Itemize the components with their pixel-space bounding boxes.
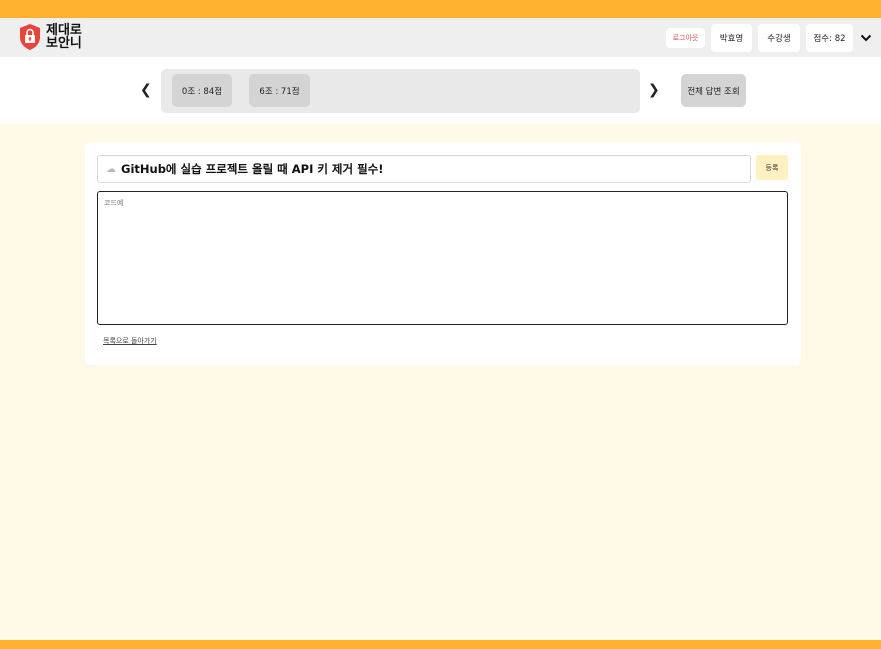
- header: 제대로 보안니 로그아웃 박효영 수강생 점수: 82: [0, 18, 881, 57]
- logout-button[interactable]: 로그아웃: [666, 28, 705, 48]
- post-title: GitHub에 실습 프로젝트 올릴 때 API 키 제거 필수!: [121, 162, 384, 176]
- cloud-icon: ☁: [106, 163, 116, 175]
- top-accent-bar: [0, 0, 881, 18]
- logo-text: 제대로 보안니: [46, 24, 86, 50]
- team-nav: ❮ ❯: [0, 57, 881, 124]
- score-badge[interactable]: 점수: 82: [806, 24, 853, 52]
- bottom-accent-bar: [0, 640, 881, 649]
- chevron-down-icon[interactable]: [859, 31, 873, 45]
- user-name[interactable]: 박효영: [711, 24, 752, 52]
- code-input[interactable]: [97, 191, 788, 325]
- post-card: ☁ GitHub에 실습 프로젝트 올릴 때 API 키 제거 필수! 등록 목…: [85, 142, 801, 365]
- next-arrow-icon[interactable]: ❯: [648, 82, 660, 98]
- user-role[interactable]: 수강생: [758, 24, 800, 52]
- logo[interactable]: 제대로 보안니: [18, 23, 86, 51]
- register-button[interactable]: 등록: [756, 155, 788, 180]
- title-input[interactable]: ☁ GitHub에 실습 프로젝트 올릴 때 API 키 제거 필수!: [97, 155, 751, 183]
- all-answers-button[interactable]: 전체 답변 조회: [681, 74, 746, 107]
- team-tab-6[interactable]: 6조 : 71점: [249, 74, 310, 107]
- logo-line2: 보안니: [46, 36, 82, 51]
- lock-shield-icon: [20, 24, 40, 50]
- prev-arrow-icon[interactable]: ❮: [140, 82, 152, 98]
- back-to-list-link[interactable]: 목록으로 돌아가기: [103, 336, 157, 346]
- team-tab-0[interactable]: 0조 : 84점: [172, 74, 232, 107]
- team-tabs-track: [161, 69, 640, 113]
